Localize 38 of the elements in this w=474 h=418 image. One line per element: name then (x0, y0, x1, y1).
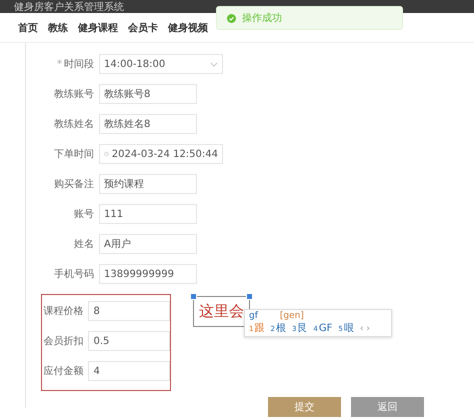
input-field[interactable]: 教练姓名8 (99, 114, 197, 134)
input-field[interactable]: 111 (99, 204, 197, 224)
clock-icon (104, 150, 109, 158)
field-label: 应付金额 (43, 366, 84, 377)
annotation-text: 这里会 (199, 302, 244, 321)
input-field[interactable]: 预约课程 (99, 174, 197, 194)
chevron-down-icon (210, 62, 218, 66)
field-label: 姓名 (74, 239, 94, 250)
select-field[interactable]: 14:00-18:00 (99, 54, 223, 74)
resize-handle[interactable] (246, 293, 253, 300)
resize-handle[interactable] (190, 293, 197, 300)
input-field[interactable]: 8 (88, 301, 170, 321)
nav-link[interactable]: 健身视频 (168, 20, 208, 34)
ime-composition-text: gf (249, 311, 258, 322)
field-label: 时间段 (64, 59, 94, 70)
date-field[interactable]: 2024-03-24 12:50:44 (99, 144, 223, 164)
ime-pinyin: [gen] (280, 311, 304, 322)
required-mark: * (57, 59, 62, 70)
input-field[interactable]: 4 (88, 361, 170, 381)
check-circle-icon (227, 14, 236, 22)
nav-link[interactable]: 教练 (48, 20, 68, 34)
field-label: 下单时间 (54, 149, 94, 160)
nav-link[interactable]: 首页 (18, 20, 38, 34)
field-label: 购买备注 (54, 179, 94, 190)
field-label: 教练账号 (54, 89, 94, 100)
field-label: 课程价格 (43, 306, 84, 317)
nav-link[interactable]: 会员卡 (128, 20, 158, 34)
field-label: 教练姓名 (54, 119, 94, 130)
input-field[interactable]: A用户 (99, 234, 197, 254)
field-label: 会员折扣 (43, 336, 84, 347)
field-label: 账号 (74, 209, 94, 220)
input-field[interactable]: 0.5 (88, 331, 170, 351)
input-field[interactable]: 13899999999 (99, 264, 197, 284)
nav-link[interactable]: 健身课程 (78, 20, 118, 34)
input-field[interactable]: 教练账号8 (99, 84, 197, 104)
app-title: 健身房客户关系管理系统 (14, 0, 124, 14)
field-label: 手机号码 (54, 269, 94, 280)
toast-text: 操作成功 (242, 12, 282, 25)
